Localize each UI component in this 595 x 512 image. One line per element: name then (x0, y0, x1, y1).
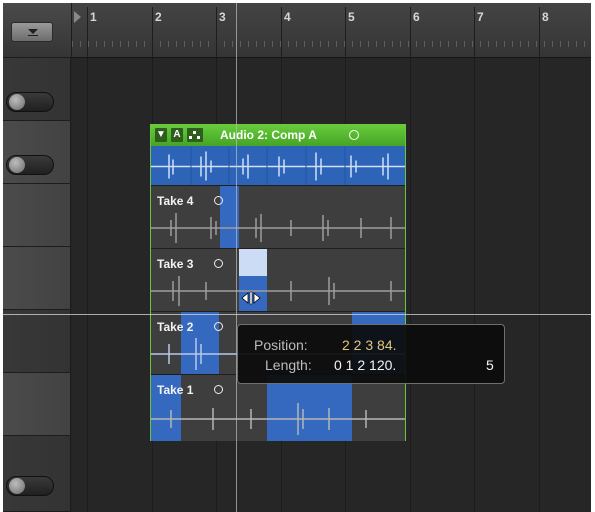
take-lane[interactable]: Take 4 (151, 185, 405, 248)
track-header-top (3, 3, 72, 58)
crosshair-line (3, 314, 591, 315)
track-on-off-switch[interactable] (6, 476, 54, 496)
ruler-bar-number: 8 (542, 10, 549, 24)
waveform-icon (151, 276, 405, 306)
track-header[interactable] (3, 436, 71, 512)
take-circle-icon[interactable] (214, 322, 223, 331)
ruler-bar-number: 3 (219, 10, 226, 24)
drag-info-tooltip: Position: 2 2 3 84. Length: 0 1 2 120. 5 (237, 324, 505, 384)
ruler-bar-number: 5 (348, 10, 355, 24)
take-label: Take 2 (157, 320, 194, 334)
track-header[interactable] (3, 58, 71, 121)
disclosure-triangle-icon[interactable]: ▼ (155, 128, 167, 142)
comp-region-header[interactable]: ▼ A Audio 2: Comp A (151, 125, 405, 146)
length-label: Length: (265, 357, 312, 373)
ruler-bar-number: 1 (90, 10, 97, 24)
take-circle-icon[interactable] (214, 385, 223, 394)
track-menu-icon (28, 29, 38, 34)
track-header[interactable] (3, 184, 71, 247)
track-on-off-switch[interactable] (6, 92, 54, 112)
track-header[interactable] (3, 121, 71, 184)
waveform-icon (151, 213, 405, 243)
ruler-bar-number: 2 (155, 10, 162, 24)
resize-cursor-icon (241, 291, 261, 305)
ruler-bar-number: 4 (284, 10, 291, 24)
arrange-window: 1 2 3 4 5 6 7 8 ▼ A Audio 2: Comp A Take… (3, 3, 591, 512)
take-label: Take 1 (157, 383, 194, 397)
ruler-bar-number: 7 (477, 10, 484, 24)
playhead-marker-icon[interactable] (74, 11, 81, 23)
length-extra-value: 5 (486, 357, 494, 373)
track-on-off-switch[interactable] (6, 155, 54, 175)
take-selection-button[interactable]: A (171, 128, 183, 142)
playhead-line[interactable] (236, 3, 237, 512)
ruler-bar-number: 6 (413, 10, 420, 24)
take-folder-circle-icon[interactable] (349, 130, 359, 140)
track-header[interactable] (3, 310, 71, 373)
take-label: Take 4 (157, 194, 194, 208)
waveform-icon (151, 403, 405, 435)
comp-region[interactable]: ▼ A Audio 2: Comp A Take 4 Take 3 Take 2… (150, 124, 406, 441)
group-icon[interactable] (187, 128, 203, 142)
take-circle-icon[interactable] (214, 196, 223, 205)
track-header[interactable] (3, 247, 71, 310)
track-header[interactable] (3, 373, 71, 436)
length-value: 0 1 2 120. (334, 357, 397, 373)
take-label: Take 3 (157, 257, 194, 271)
comp-waveform-icon (151, 146, 405, 186)
track-headers (3, 58, 71, 512)
comp-region-title: Audio 2: Comp A (220, 128, 317, 142)
position-value: 2 2 3 84. (342, 337, 397, 353)
take-lane[interactable]: Take 1 (151, 374, 405, 441)
track-menu-button[interactable] (11, 22, 53, 42)
comp-waveform (151, 146, 405, 186)
take-circle-icon[interactable] (214, 259, 223, 268)
bar-ruler[interactable]: 1 2 3 4 5 6 7 8 (72, 3, 591, 58)
position-label: Position: (254, 337, 308, 353)
take-lane[interactable]: Take 3 (151, 248, 405, 311)
